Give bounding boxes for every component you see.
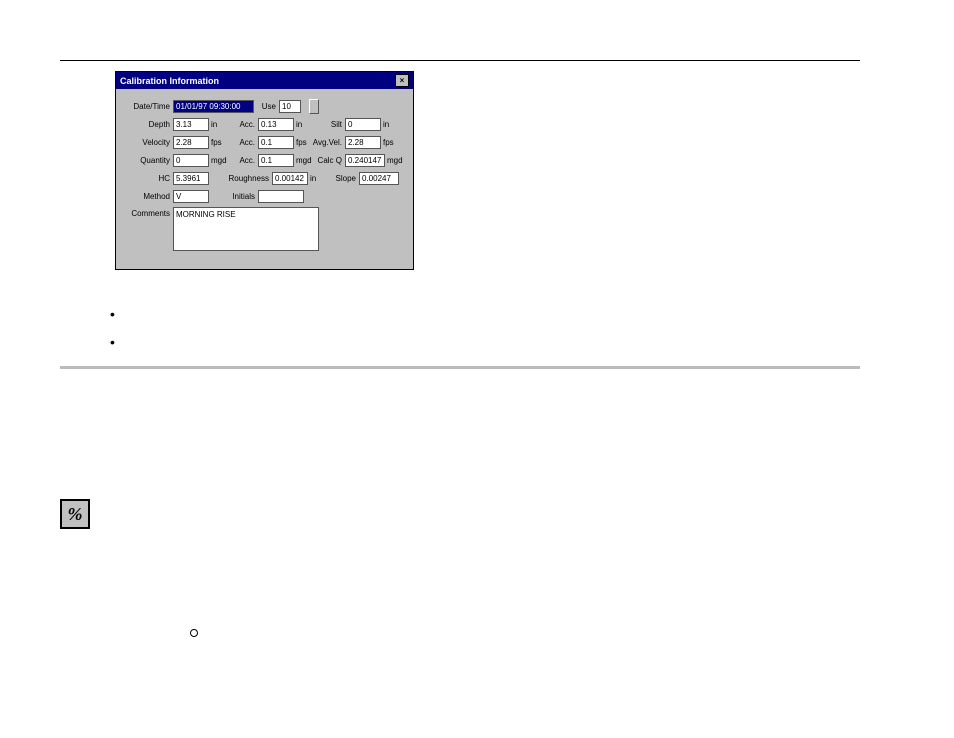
- use-field[interactable]: 10: [279, 100, 301, 113]
- calcq-field[interactable]: 0.240147: [345, 154, 385, 167]
- close-icon: ×: [400, 77, 405, 85]
- use-label: Use: [254, 102, 279, 111]
- ring-bullet-icon: [190, 629, 198, 637]
- depth-acc-field[interactable]: 0.13: [258, 118, 294, 131]
- quantity-label: Quantity: [124, 156, 173, 165]
- velocity-acc-label: Acc.: [227, 138, 258, 147]
- hc-label: HC: [124, 174, 173, 183]
- bullet-dot-icon: •: [110, 338, 115, 346]
- bullet-item: •: [110, 338, 894, 346]
- datetime-field[interactable]: 01/01/97 09:30:00: [173, 100, 254, 113]
- datetime-label: Date/Time: [124, 102, 173, 111]
- velocity-acc-unit: fps: [294, 138, 312, 147]
- silt-label: Silt: [312, 120, 345, 129]
- silt-field[interactable]: 0: [345, 118, 381, 131]
- comments-field[interactable]: MORNING RISE: [173, 207, 319, 251]
- avgvel-field[interactable]: 2.28: [345, 136, 381, 149]
- quantity-field[interactable]: 0: [173, 154, 209, 167]
- quantity-acc-field[interactable]: 0.1: [258, 154, 294, 167]
- view-button[interactable]: [309, 99, 319, 114]
- avgvel-unit: fps: [381, 138, 396, 147]
- avgvel-label: Avg.Vel.: [312, 138, 345, 147]
- roughness-unit: in: [308, 174, 326, 183]
- velocity-field[interactable]: 2.28: [173, 136, 209, 149]
- slope-label: Slope: [326, 174, 359, 183]
- slope-field[interactable]: 0.00247: [359, 172, 399, 185]
- velocity-acc-field[interactable]: 0.1: [258, 136, 294, 149]
- bullet-list: • •: [110, 310, 894, 346]
- depth-field[interactable]: 3.13: [173, 118, 209, 131]
- depth-label: Depth: [124, 120, 173, 129]
- initials-field[interactable]: [258, 190, 304, 203]
- comments-label: Comments: [124, 207, 173, 218]
- close-button[interactable]: ×: [395, 74, 409, 87]
- quantity-acc-label: Acc.: [227, 156, 258, 165]
- calcq-label: Calc Q: [312, 156, 345, 165]
- roughness-field[interactable]: 0.00142: [272, 172, 308, 185]
- dialog-body: Date/Time 01/01/97 09:30:00 Use 10 Depth…: [116, 89, 413, 269]
- top-rule: [60, 60, 860, 61]
- velocity-unit: fps: [209, 138, 227, 147]
- quantity-acc-unit: mgd: [294, 156, 312, 165]
- sub-bullet-item: [190, 629, 894, 637]
- percent-icon[interactable]: %: [60, 499, 90, 529]
- section-rule: [60, 366, 860, 369]
- hc-field[interactable]: 5.3961: [173, 172, 209, 185]
- roughness-label: Roughness: [227, 174, 272, 183]
- method-field[interactable]: V: [173, 190, 209, 203]
- silt-unit: in: [381, 120, 391, 129]
- depth-acc-label: Acc.: [227, 120, 258, 129]
- velocity-label: Velocity: [124, 138, 173, 147]
- calcq-unit: mgd: [385, 156, 405, 165]
- bullet-item: •: [110, 310, 894, 318]
- bullet-dot-icon: •: [110, 310, 115, 318]
- quantity-unit: mgd: [209, 156, 227, 165]
- dialog-titlebar: Calibration Information ×: [116, 72, 413, 89]
- depth-unit: in: [209, 120, 227, 129]
- dialog-title: Calibration Information: [120, 76, 219, 86]
- calibration-information-dialog: Calibration Information × Date/Time 01/0…: [115, 71, 414, 270]
- depth-acc-unit: in: [294, 120, 312, 129]
- method-label: Method: [124, 192, 173, 201]
- initials-label: Initials: [227, 192, 258, 201]
